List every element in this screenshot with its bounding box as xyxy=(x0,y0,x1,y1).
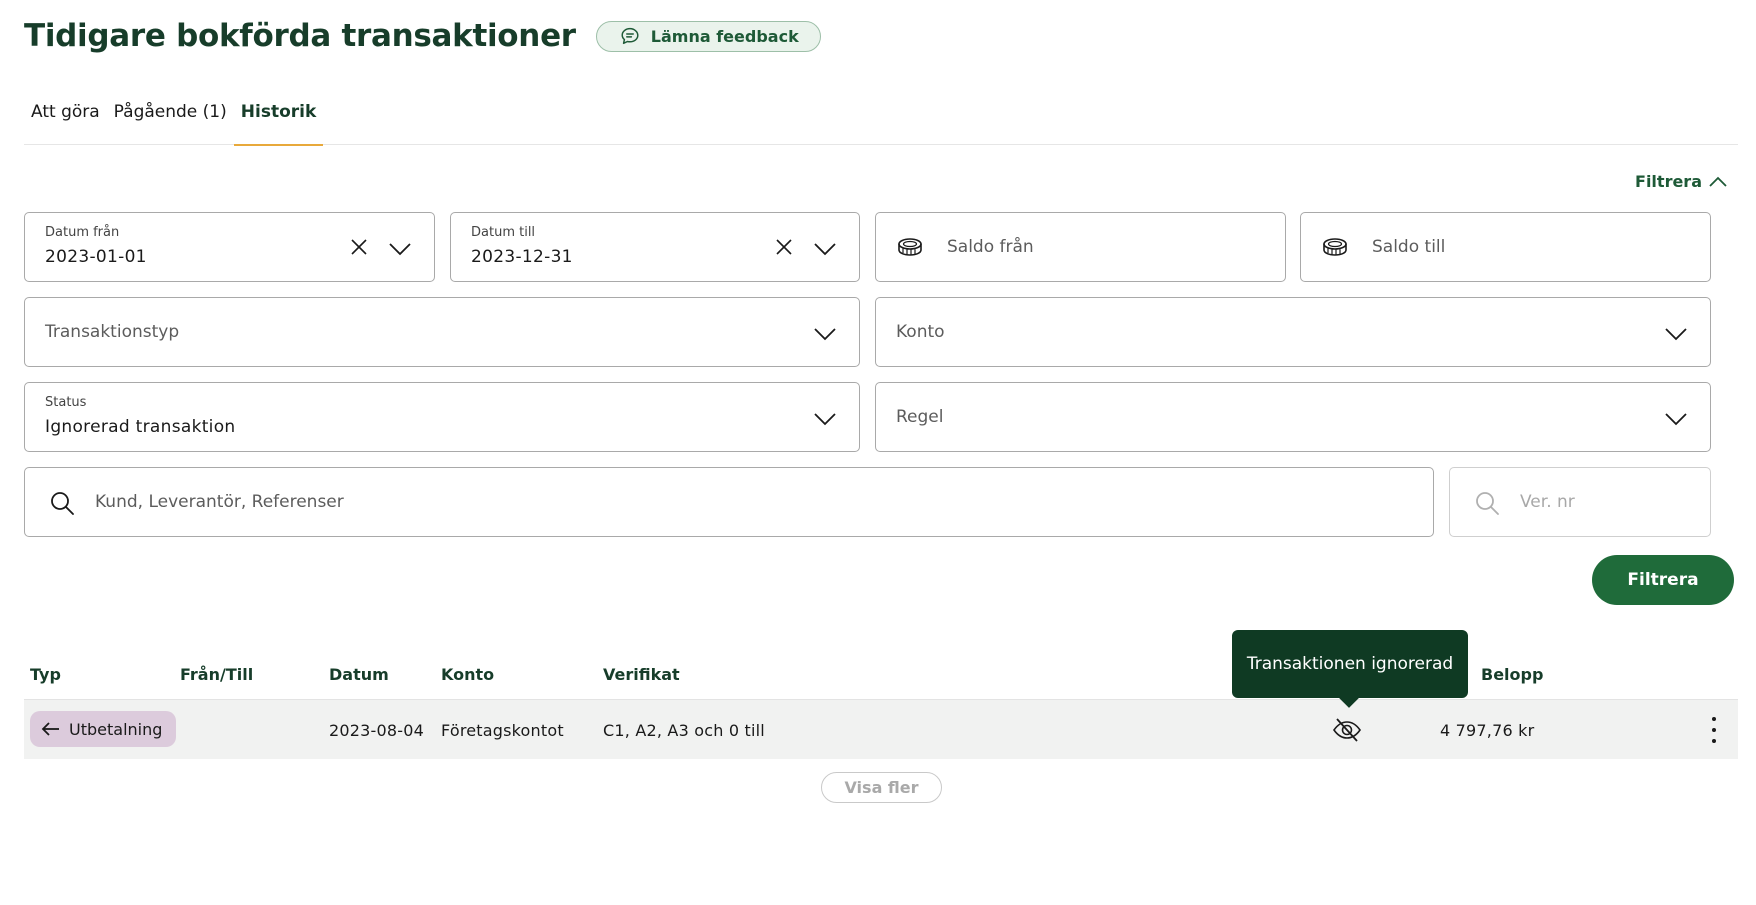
table-row[interactable]: Utbetalning 2023-08-04 Företagskontot C1… xyxy=(24,700,1738,759)
ignored-tooltip: Transaktionen ignorerad xyxy=(1232,630,1468,698)
chevron-down-icon xyxy=(814,328,836,341)
date-cell: 2023-08-04 xyxy=(329,721,424,740)
rule-placeholder: Regel xyxy=(896,407,944,427)
chevron-down-icon[interactable] xyxy=(813,236,837,260)
balance-from-placeholder: Saldo från xyxy=(947,237,1034,257)
feedback-button[interactable]: Lämna feedback xyxy=(595,20,821,52)
chevron-down-icon[interactable] xyxy=(388,236,412,260)
account-placeholder: Konto xyxy=(896,322,945,342)
date-to-value: 2023-12-31 xyxy=(471,247,573,267)
tab-historik[interactable]: Historik xyxy=(233,96,324,146)
status-select[interactable]: Status Ignorerad transaktion xyxy=(24,382,860,452)
balance-from-field[interactable]: Saldo från xyxy=(875,212,1286,282)
account-cell: Företagskontot xyxy=(441,721,564,740)
eye-off-icon[interactable] xyxy=(1332,716,1362,744)
date-from-value: 2023-01-01 xyxy=(45,247,147,267)
chevron-up-icon xyxy=(1709,176,1727,187)
filter-toggle-label: Filtrera xyxy=(1635,172,1702,191)
tab-att-gora[interactable]: Att göra xyxy=(24,96,107,145)
filter-toggle[interactable]: Filtrera xyxy=(1635,172,1728,191)
more-options-icon[interactable] xyxy=(1708,717,1720,743)
tab-pagaende[interactable]: Pågående (1) xyxy=(107,96,234,145)
chevron-down-icon xyxy=(1665,413,1687,426)
column-header-konto: Konto xyxy=(441,665,495,684)
apply-filter-button[interactable]: Filtrera xyxy=(1592,555,1734,605)
column-header-typ: Typ xyxy=(30,665,61,684)
date-to-field[interactable]: Datum till 2023-12-31 xyxy=(450,212,860,282)
table-header: Typ Från/Till Datum Konto Verifikat Belo… xyxy=(24,648,1738,700)
rule-select[interactable]: Regel xyxy=(875,382,1711,452)
ver-nr-placeholder: Ver. nr xyxy=(1520,492,1575,512)
show-more-button[interactable]: Visa fler xyxy=(821,772,942,803)
tab-bar: Att göra Pågående (1) Historik xyxy=(24,96,1738,146)
type-badge[interactable]: Utbetalning xyxy=(30,711,177,747)
chat-bubble-icon xyxy=(621,27,639,45)
chevron-down-icon xyxy=(814,413,836,426)
search-input[interactable]: Kund, Leverantör, Referenser xyxy=(24,467,1434,537)
feedback-button-label: Lämna feedback xyxy=(650,26,799,46)
balance-to-field[interactable]: Saldo till xyxy=(1300,212,1711,282)
amount-cell: 4 797,76 kr xyxy=(1440,721,1535,740)
transaction-type-placeholder: Transaktionstyp xyxy=(45,322,180,342)
status-label: Status xyxy=(45,395,87,410)
page: Tidigare bokförda transaktioner Lämna fe… xyxy=(0,0,1756,905)
chevron-down-icon xyxy=(1665,328,1687,341)
date-from-label: Datum från xyxy=(45,225,120,240)
search-placeholder: Kund, Leverantör, Referenser xyxy=(95,492,344,512)
balance-to-placeholder: Saldo till xyxy=(1372,237,1446,257)
clear-icon[interactable] xyxy=(773,236,795,258)
coin-icon xyxy=(898,238,922,256)
status-value: Ignorerad transaktion xyxy=(45,417,236,437)
column-header-verifikat: Verifikat xyxy=(603,665,680,684)
transaction-type-select[interactable]: Transaktionstyp xyxy=(24,297,860,367)
page-title: Tidigare bokförda transaktioner xyxy=(24,18,576,54)
type-badge-label: Utbetalning xyxy=(69,719,163,739)
verification-cell: C1, A2, A3 och 0 till xyxy=(603,721,765,740)
date-to-label: Datum till xyxy=(471,225,536,240)
search-icon xyxy=(51,492,74,515)
ver-nr-input[interactable]: Ver. nr xyxy=(1449,467,1711,537)
column-header-datum: Datum xyxy=(329,665,389,684)
column-header-fran-till: Från/Till xyxy=(180,665,254,684)
clear-icon[interactable] xyxy=(348,236,370,258)
account-select[interactable]: Konto xyxy=(875,297,1711,367)
coin-icon xyxy=(1323,238,1347,256)
search-icon xyxy=(1476,492,1499,515)
date-from-field[interactable]: Datum från 2023-01-01 xyxy=(24,212,435,282)
column-header-belopp: Belopp xyxy=(1481,665,1544,684)
page-header: Tidigare bokförda transaktioner Lämna fe… xyxy=(24,18,821,54)
arrow-left-icon xyxy=(41,722,59,736)
